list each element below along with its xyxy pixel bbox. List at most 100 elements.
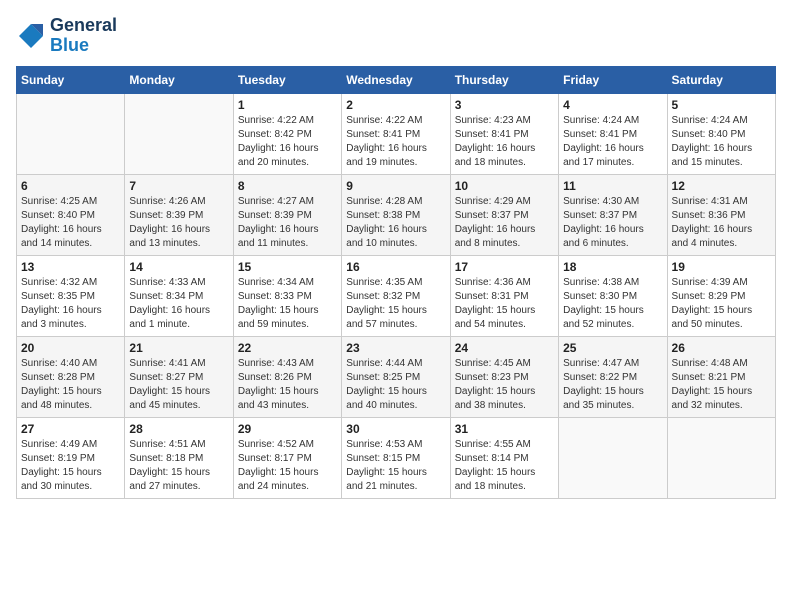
day-detail: Sunrise: 4:22 AM Sunset: 8:42 PM Dayligh… <box>238 114 337 170</box>
day-detail: Sunrise: 4:49 AM Sunset: 8:19 PM Dayligh… <box>21 438 120 494</box>
day-detail: Sunrise: 4:32 AM Sunset: 8:35 PM Dayligh… <box>21 276 120 332</box>
calendar-cell: 5Sunrise: 4:24 AM Sunset: 8:40 PM Daylig… <box>667 93 775 174</box>
day-detail: Sunrise: 4:45 AM Sunset: 8:23 PM Dayligh… <box>455 357 554 413</box>
weekday-header-monday: Monday <box>125 66 233 93</box>
calendar-cell: 19Sunrise: 4:39 AM Sunset: 8:29 PM Dayli… <box>667 255 775 336</box>
calendar-cell: 13 Sunrise: 4:32 AM Sunset: 8:35 PM Dayli… <box>17 255 125 336</box>
day-number: 31 <box>455 422 554 436</box>
day-number: 9 <box>346 179 445 193</box>
day-number: 29 <box>238 422 337 436</box>
day-detail: Sunrise: 4:43 AM Sunset: 8:26 PM Dayligh… <box>238 357 337 413</box>
calendar-cell: 14 Sunrise: 4:33 AM Sunset: 8:34 PM Dayli… <box>125 255 233 336</box>
day-number: 4 <box>563 98 662 112</box>
day-detail: Sunrise: 4:29 AM Sunset: 8:37 PM Dayligh… <box>455 195 554 251</box>
day-number: 26 <box>672 341 771 355</box>
calendar-cell: 25Sunrise: 4:47 AM Sunset: 8:22 PM Dayli… <box>559 336 667 417</box>
day-number: 18 <box>563 260 662 274</box>
calendar-cell: 17 Sunrise: 4:36 AM Sunset: 8:31 PM Dayli… <box>450 255 558 336</box>
day-detail: Sunrise: 4:52 AM Sunset: 8:17 PM Dayligh… <box>238 438 337 494</box>
day-detail: Sunrise: 4:22 AM Sunset: 8:41 PM Dayligh… <box>346 114 445 170</box>
weekday-header-thursday: Thursday <box>450 66 558 93</box>
calendar-cell: 15 Sunrise: 4:34 AM Sunset: 8:33 PM Dayli… <box>233 255 341 336</box>
day-number: 10 <box>455 179 554 193</box>
day-number: 28 <box>129 422 228 436</box>
page-header: General Blue <box>16 16 776 56</box>
day-number: 1 <box>238 98 337 112</box>
calendar-cell: 8 Sunrise: 4:27 AM Sunset: 8:39 PM Daylig… <box>233 174 341 255</box>
calendar-week-4: 20 Sunrise: 4:40 AM Sunset: 8:28 PM Dayli… <box>17 336 776 417</box>
day-number: 6 <box>21 179 120 193</box>
day-number: 27 <box>21 422 120 436</box>
calendar-week-3: 13 Sunrise: 4:32 AM Sunset: 8:35 PM Dayli… <box>17 255 776 336</box>
weekday-header-saturday: Saturday <box>667 66 775 93</box>
day-detail: Sunrise: 4:48 AM Sunset: 8:21 PM Dayligh… <box>672 357 771 413</box>
calendar-week-1: 1 Sunrise: 4:22 AM Sunset: 8:42 PM Daylig… <box>17 93 776 174</box>
calendar-table: SundayMondayTuesdayWednesdayThursdayFrid… <box>16 66 776 499</box>
calendar-cell: 10 Sunrise: 4:29 AM Sunset: 8:37 PM Dayli… <box>450 174 558 255</box>
day-detail: Sunrise: 4:41 AM Sunset: 8:27 PM Dayligh… <box>129 357 228 413</box>
day-number: 21 <box>129 341 228 355</box>
day-detail: Sunrise: 4:30 AM Sunset: 8:37 PM Dayligh… <box>563 195 662 251</box>
day-number: 11 <box>563 179 662 193</box>
day-detail: Sunrise: 4:24 AM Sunset: 8:41 PM Dayligh… <box>563 114 662 170</box>
day-number: 23 <box>346 341 445 355</box>
day-detail: Sunrise: 4:53 AM Sunset: 8:15 PM Dayligh… <box>346 438 445 494</box>
day-detail: Sunrise: 4:36 AM Sunset: 8:31 PM Dayligh… <box>455 276 554 332</box>
day-number: 8 <box>238 179 337 193</box>
day-number: 14 <box>129 260 228 274</box>
day-number: 17 <box>455 260 554 274</box>
logo-text: General Blue <box>50 16 117 56</box>
calendar-cell: 24Sunrise: 4:45 AM Sunset: 8:23 PM Dayli… <box>450 336 558 417</box>
calendar-cell: 16Sunrise: 4:35 AM Sunset: 8:32 PM Dayli… <box>342 255 450 336</box>
calendar-cell: 11 Sunrise: 4:30 AM Sunset: 8:37 PM Dayli… <box>559 174 667 255</box>
calendar-cell: 7 Sunrise: 4:26 AM Sunset: 8:39 PM Daylig… <box>125 174 233 255</box>
logo-icon <box>16 21 46 51</box>
calendar-cell: 21 Sunrise: 4:41 AM Sunset: 8:27 PM Dayli… <box>125 336 233 417</box>
day-detail: Sunrise: 4:39 AM Sunset: 8:29 PM Dayligh… <box>672 276 771 332</box>
weekday-header-wednesday: Wednesday <box>342 66 450 93</box>
day-number: 13 <box>21 260 120 274</box>
day-number: 15 <box>238 260 337 274</box>
day-number: 22 <box>238 341 337 355</box>
day-number: 2 <box>346 98 445 112</box>
day-number: 30 <box>346 422 445 436</box>
calendar-cell: 9 Sunrise: 4:28 AM Sunset: 8:38 PM Daylig… <box>342 174 450 255</box>
calendar-week-2: 6 Sunrise: 4:25 AM Sunset: 8:40 PM Daylig… <box>17 174 776 255</box>
calendar-cell: 18 Sunrise: 4:38 AM Sunset: 8:30 PM Dayli… <box>559 255 667 336</box>
day-detail: Sunrise: 4:38 AM Sunset: 8:30 PM Dayligh… <box>563 276 662 332</box>
calendar-cell: 28 Sunrise: 4:51 AM Sunset: 8:18 PM Dayli… <box>125 417 233 498</box>
weekday-header-tuesday: Tuesday <box>233 66 341 93</box>
day-detail: Sunrise: 4:25 AM Sunset: 8:40 PM Dayligh… <box>21 195 120 251</box>
calendar-cell <box>559 417 667 498</box>
day-detail: Sunrise: 4:40 AM Sunset: 8:28 PM Dayligh… <box>21 357 120 413</box>
calendar-week-5: 27 Sunrise: 4:49 AM Sunset: 8:19 PM Dayli… <box>17 417 776 498</box>
day-detail: Sunrise: 4:23 AM Sunset: 8:41 PM Dayligh… <box>455 114 554 170</box>
day-detail: Sunrise: 4:26 AM Sunset: 8:39 PM Dayligh… <box>129 195 228 251</box>
calendar-cell: 6 Sunrise: 4:25 AM Sunset: 8:40 PM Daylig… <box>17 174 125 255</box>
calendar-cell: 4 Sunrise: 4:24 AM Sunset: 8:41 PM Daylig… <box>559 93 667 174</box>
calendar-body: 1 Sunrise: 4:22 AM Sunset: 8:42 PM Daylig… <box>17 93 776 498</box>
calendar-cell: 31 Sunrise: 4:55 AM Sunset: 8:14 PM Dayli… <box>450 417 558 498</box>
day-detail: Sunrise: 4:51 AM Sunset: 8:18 PM Dayligh… <box>129 438 228 494</box>
day-detail: Sunrise: 4:34 AM Sunset: 8:33 PM Dayligh… <box>238 276 337 332</box>
calendar-cell: 26 Sunrise: 4:48 AM Sunset: 8:21 PM Dayli… <box>667 336 775 417</box>
day-detail: Sunrise: 4:27 AM Sunset: 8:39 PM Dayligh… <box>238 195 337 251</box>
day-detail: Sunrise: 4:33 AM Sunset: 8:34 PM Dayligh… <box>129 276 228 332</box>
day-number: 7 <box>129 179 228 193</box>
calendar-cell <box>667 417 775 498</box>
calendar-cell <box>125 93 233 174</box>
calendar-cell <box>17 93 125 174</box>
calendar-cell: 29 Sunrise: 4:52 AM Sunset: 8:17 PM Dayli… <box>233 417 341 498</box>
calendar-cell: 27 Sunrise: 4:49 AM Sunset: 8:19 PM Dayli… <box>17 417 125 498</box>
calendar-cell: 22 Sunrise: 4:43 AM Sunset: 8:26 PM Dayli… <box>233 336 341 417</box>
day-detail: Sunrise: 4:28 AM Sunset: 8:38 PM Dayligh… <box>346 195 445 251</box>
calendar-cell: 12Sunrise: 4:31 AM Sunset: 8:36 PM Dayli… <box>667 174 775 255</box>
day-number: 25 <box>563 341 662 355</box>
calendar-cell: 30 Sunrise: 4:53 AM Sunset: 8:15 PM Dayli… <box>342 417 450 498</box>
day-number: 20 <box>21 341 120 355</box>
day-detail: Sunrise: 4:55 AM Sunset: 8:14 PM Dayligh… <box>455 438 554 494</box>
calendar-cell: 2 Sunrise: 4:22 AM Sunset: 8:41 PM Daylig… <box>342 93 450 174</box>
day-number: 12 <box>672 179 771 193</box>
calendar-header: SundayMondayTuesdayWednesdayThursdayFrid… <box>17 66 776 93</box>
day-number: 3 <box>455 98 554 112</box>
